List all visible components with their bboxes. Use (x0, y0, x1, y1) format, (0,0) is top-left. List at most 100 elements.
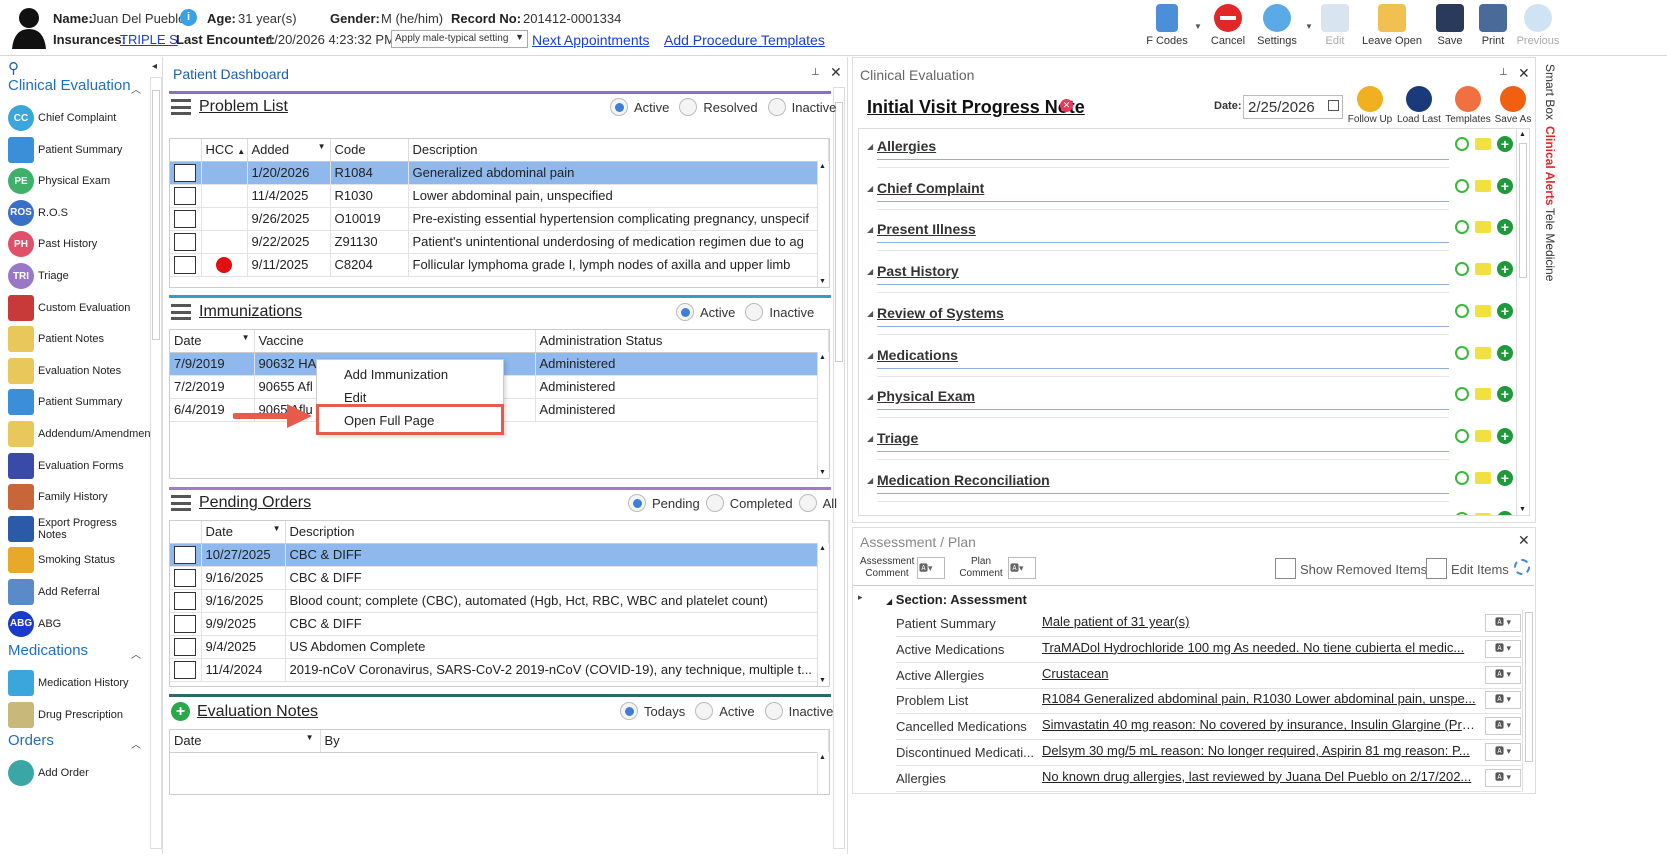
add-procedure-templates-link[interactable]: Add Procedure Templates (664, 32, 825, 48)
col-admin-status[interactable]: Administration Status (535, 330, 829, 353)
sidebar-item-physical-exam[interactable]: PE Physical Exam (8, 166, 148, 196)
sidebar-item-export-progress-notes[interactable]: Export Progress Notes (8, 514, 148, 544)
timer-icon[interactable] (1455, 178, 1469, 193)
add-icon[interactable]: + (1497, 386, 1513, 403)
col-hcc[interactable]: HCC ▲ (201, 139, 248, 162)
section-title[interactable]: Medication Reconciliation (877, 472, 1050, 488)
tab-clinical-alerts[interactable]: Clinical Alerts (1543, 126, 1557, 206)
add-icon[interactable]: + (1497, 427, 1513, 444)
filter-active[interactable]: Active (676, 303, 735, 321)
expand-icon[interactable]: ◢ (867, 392, 873, 401)
clinical-scrollbar[interactable]: ▲ ▼ (1516, 129, 1528, 515)
pin-icon[interactable]: ⊥ (1499, 67, 1508, 78)
print-button[interactable]: Print (1475, 4, 1511, 54)
add-icon[interactable]: + (1497, 302, 1513, 319)
chevron-up-icon[interactable]: ︿ (131, 736, 141, 751)
timer-icon[interactable] (1455, 220, 1469, 235)
row-checkbox[interactable] (174, 545, 196, 564)
col-by[interactable]: By (320, 730, 829, 753)
insurance-link[interactable]: TRIPLE S (120, 32, 178, 47)
expand-icon[interactable]: ◢ (867, 309, 873, 318)
quote-icon[interactable] (1475, 304, 1491, 317)
date-field[interactable]: 2/25/2026 (1243, 95, 1343, 119)
table-row[interactable]: 9/9/2025 CBC & DIFF (170, 612, 829, 636)
settings-button[interactable]: Settings (1254, 4, 1300, 54)
orders-header[interactable]: Orders (8, 732, 54, 749)
timer-icon[interactable] (1455, 470, 1469, 485)
cancel-button[interactable]: Cancel (1208, 4, 1248, 54)
quote-icon[interactable] (1475, 221, 1491, 234)
filter-active[interactable]: Active (610, 98, 669, 116)
menu-add-immunization[interactable]: Add Immunization (344, 367, 448, 382)
add-icon[interactable]: + (1497, 344, 1513, 361)
row-checkbox[interactable] (174, 209, 196, 228)
sidebar-item-evaluation-forms[interactable]: Evaluation Forms (8, 451, 148, 481)
tab-smart-box[interactable]: Smart Box (1543, 64, 1557, 120)
evaluation-notes-title[interactable]: Evaluation Notes (197, 703, 318, 721)
table-row[interactable]: 1/20/2026 R1084 Generalized abdominal pa… (170, 161, 829, 185)
comment-dropdown[interactable]: 🅰 ▾ (1485, 691, 1521, 710)
row-checkbox[interactable] (174, 186, 196, 205)
table-row[interactable]: 11/4/2025 R1030 Lower abdominal pain, un… (170, 184, 829, 208)
edit-button[interactable]: Edit (1318, 4, 1352, 54)
sidebar-item-patient-summary[interactable]: Patient Summary (8, 135, 148, 165)
immunizations-scrollbar[interactable]: ▲ ▼ (817, 352, 829, 478)
section-title[interactable]: Present Illness (877, 221, 976, 237)
dashboard-scrollbar[interactable] (833, 87, 845, 849)
follow-up-button[interactable]: Follow Up (1346, 86, 1394, 125)
quote-icon[interactable] (1475, 346, 1491, 359)
sidebar-item-add-order[interactable]: Add Order (8, 758, 148, 788)
plan-comment-dropdown[interactable]: 🅰▾ (1008, 557, 1036, 579)
quote-icon[interactable] (1475, 179, 1491, 192)
quote-icon[interactable] (1475, 263, 1491, 276)
info-icon[interactable]: i (180, 9, 197, 26)
row-checkbox[interactable] (174, 163, 196, 182)
refresh-icon[interactable] (1514, 559, 1530, 575)
row-checkbox[interactable] (174, 591, 196, 610)
row-value[interactable]: Male patient of 31 year(s) (1042, 614, 1478, 629)
col-date[interactable]: Date ▼ (170, 330, 255, 353)
comment-dropdown[interactable]: 🅰 ▾ (1485, 614, 1521, 632)
expand-icon[interactable]: ◢ (867, 434, 873, 443)
chevron-down-icon[interactable]: ▼ (1194, 22, 1202, 31)
filter-active[interactable]: Active (695, 702, 755, 720)
problem-list-title[interactable]: Problem List (199, 98, 288, 116)
expand-icon[interactable]: ◢ (867, 142, 873, 151)
timer-icon[interactable] (1455, 137, 1469, 151)
comment-dropdown[interactable]: 🅰 ▾ (1485, 768, 1521, 787)
chevron-up-icon[interactable]: ︿ (131, 646, 141, 661)
comment-dropdown[interactable]: 🅰 ▾ (1485, 717, 1521, 736)
timer-icon[interactable] (1455, 345, 1469, 360)
sidebar-item-custom-evaluation[interactable]: Custom Evaluation (8, 293, 148, 323)
sidebar-item-medication-history[interactable]: Medication History (8, 668, 148, 698)
row-checkbox[interactable] (174, 637, 196, 656)
row-checkbox[interactable] (174, 232, 196, 251)
filter-inactive[interactable]: Inactive (745, 303, 814, 321)
expand-icon[interactable]: ◢ (867, 184, 873, 193)
col-description[interactable]: Description (408, 139, 829, 162)
timer-icon[interactable] (1455, 512, 1469, 515)
sidebar-item-chief-complaint[interactable]: CC Chief Complaint (8, 103, 148, 133)
sidebar-item-drug-prescription[interactable]: Drug Prescription (8, 700, 148, 730)
sidebar-item-patient-summary[interactable]: Patient Summary (8, 387, 148, 417)
save-as-button[interactable]: Save As (1492, 86, 1534, 125)
row-value[interactable]: No known drug allergies, last reviewed b… (1042, 769, 1478, 784)
row-checkbox[interactable] (174, 568, 196, 587)
filter-todays[interactable]: Todays (620, 702, 685, 720)
expand-icon[interactable]: ◢ (867, 267, 873, 276)
sidebar-item-abg[interactable]: ABG ABG (8, 609, 148, 639)
previous-button[interactable]: Previous (1515, 4, 1561, 54)
col-date[interactable]: Date ▼ (201, 521, 286, 544)
table-row[interactable]: 9/16/2025 CBC & DIFF (170, 566, 829, 590)
sidebar-item-triage[interactable]: TRI Triage (8, 261, 148, 291)
sidebar-item-addendum-amendments[interactable]: Addendum/Amendments (8, 419, 159, 449)
clinical-evaluation-header[interactable]: Clinical Evaluation (8, 77, 131, 94)
add-icon[interactable]: + (1497, 136, 1513, 152)
row-value[interactable]: Crustacean (1042, 666, 1478, 681)
row-checkbox[interactable] (174, 660, 196, 679)
timer-icon[interactable] (1455, 428, 1469, 443)
section-title[interactable]: Physical Exam (877, 388, 975, 404)
col-select[interactable] (170, 139, 202, 162)
pending-orders-title[interactable]: Pending Orders (199, 494, 311, 512)
calendar-icon[interactable] (1328, 100, 1339, 111)
